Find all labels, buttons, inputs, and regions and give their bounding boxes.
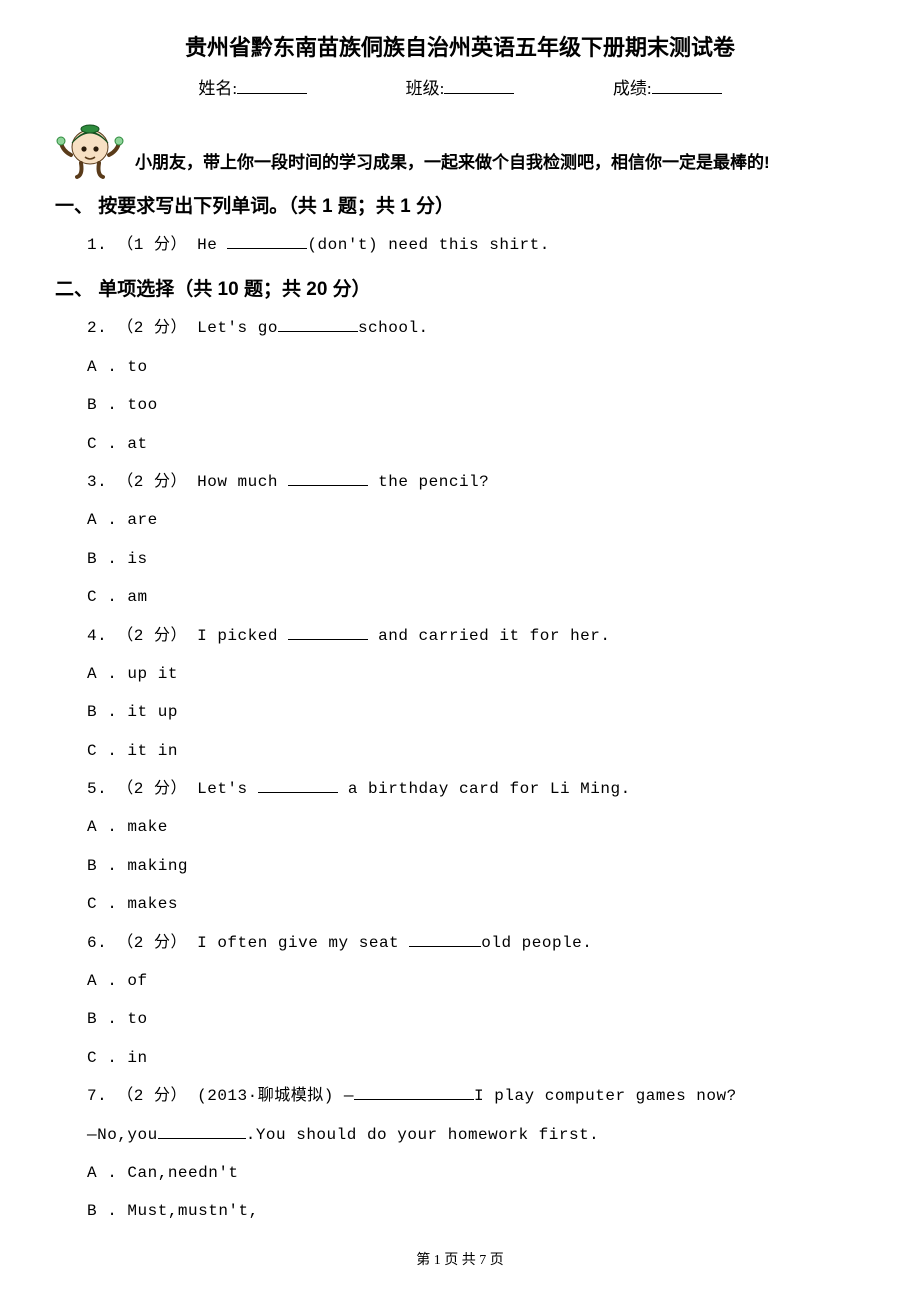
q3-blank[interactable] — [288, 471, 368, 486]
student-info-row: 姓名: 班级: 成绩: — [55, 74, 865, 99]
q2-option-c: C . at — [87, 425, 865, 463]
q6-blank[interactable] — [409, 931, 481, 946]
class-blank[interactable] — [444, 76, 514, 94]
q3-prefix: 3. （2 分） How much — [87, 473, 288, 491]
q7-l1-suffix: I play computer games now? — [474, 1087, 737, 1105]
q6-suffix: old people. — [481, 934, 592, 952]
question-5: 5. （2 分） Let's a birthday card for Li Mi… — [87, 770, 865, 808]
q5-blank[interactable] — [258, 778, 338, 793]
question-1: 1. （1 分） He (don't) need this shirt. — [87, 226, 865, 264]
q1-prefix: 1. （1 分） He — [87, 236, 227, 254]
encouragement-text: 小朋友，带上你一段时间的学习成果，一起来做个自我检测吧，相信你一定是最棒的! — [135, 151, 770, 181]
q5-option-c: C . makes — [87, 885, 865, 923]
class-label: 班级: — [406, 79, 445, 98]
q6-prefix: 6. （2 分） I often give my seat — [87, 934, 409, 952]
page-title: 贵州省黔东南苗族侗族自治州英语五年级下册期末测试卷 — [55, 30, 865, 62]
q5-prefix: 5. （2 分） Let's — [87, 780, 258, 798]
q7-blank2[interactable] — [158, 1123, 246, 1138]
name-label: 姓名: — [198, 79, 237, 98]
page-footer: 第 1 页 共 7 页 — [55, 1249, 865, 1269]
q7-option-b: B . Must,mustn't, — [87, 1192, 865, 1230]
q2-option-a: A . to — [87, 348, 865, 386]
q2-option-b: B . too — [87, 386, 865, 424]
q1-suffix: (don't) need this shirt. — [307, 236, 549, 254]
q4-option-a: A . up it — [87, 655, 865, 693]
q4-prefix: 4. （2 分） I picked — [87, 627, 288, 645]
q3-option-a: A . are — [87, 501, 865, 539]
q7-l2-prefix: —No,you — [87, 1126, 158, 1144]
q2-blank[interactable] — [278, 317, 358, 332]
q4-suffix: and carried it for her. — [368, 627, 610, 645]
section-2-heading: 二、 单项选择（共 10 题；共 20 分） — [55, 274, 865, 301]
q2-prefix: 2. （2 分） Let's go — [87, 319, 278, 337]
q7-option-a: A . Can,needn't — [87, 1154, 865, 1192]
name-blank[interactable] — [237, 76, 307, 94]
score-blank[interactable] — [652, 76, 722, 94]
mascot-icon — [55, 111, 125, 181]
q7-blank1[interactable] — [354, 1085, 474, 1100]
q1-blank[interactable] — [227, 234, 307, 249]
q4-blank[interactable] — [288, 624, 368, 639]
q7-l2-suffix: .You should do your homework first. — [246, 1126, 600, 1144]
q5-option-b: B . making — [87, 847, 865, 885]
question-7-line2: —No,you .You should do your homework firs… — [87, 1116, 865, 1154]
q4-option-b: B . it up — [87, 693, 865, 731]
score-label: 成绩: — [613, 79, 652, 98]
q5-option-a: A . make — [87, 808, 865, 846]
q3-option-c: C . am — [87, 578, 865, 616]
question-3: 3. （2 分） How much the pencil? — [87, 463, 865, 501]
page: 贵州省黔东南苗族侗族自治州英语五年级下册期末测试卷 姓名: 班级: 成绩: — [0, 0, 920, 1289]
q3-suffix: the pencil? — [368, 473, 489, 491]
question-7-line1: 7. （2 分） (2013·聊城模拟) — I play computer ga… — [87, 1077, 865, 1115]
q3-option-b: B . is — [87, 540, 865, 578]
intro-row: 小朋友，带上你一段时间的学习成果，一起来做个自我检测吧，相信你一定是最棒的! — [55, 111, 865, 181]
question-4: 4. （2 分） I picked and carried it for her… — [87, 617, 865, 655]
q2-suffix: school. — [358, 319, 429, 337]
q5-suffix: a birthday card for Li Ming. — [338, 780, 631, 798]
section-1-heading: 一、 按要求写出下列单词。（共 1 题；共 1 分） — [55, 191, 865, 218]
question-6: 6. （2 分） I often give my seat old people… — [87, 924, 865, 962]
q6-option-b: B . to — [87, 1000, 865, 1038]
q7-l1-prefix: 7. （2 分） (2013·聊城模拟) — — [87, 1087, 354, 1105]
question-2: 2. （2 分） Let's go school. — [87, 309, 865, 347]
q4-option-c: C . it in — [87, 732, 865, 770]
q6-option-c: C . in — [87, 1039, 865, 1077]
q6-option-a: A . of — [87, 962, 865, 1000]
